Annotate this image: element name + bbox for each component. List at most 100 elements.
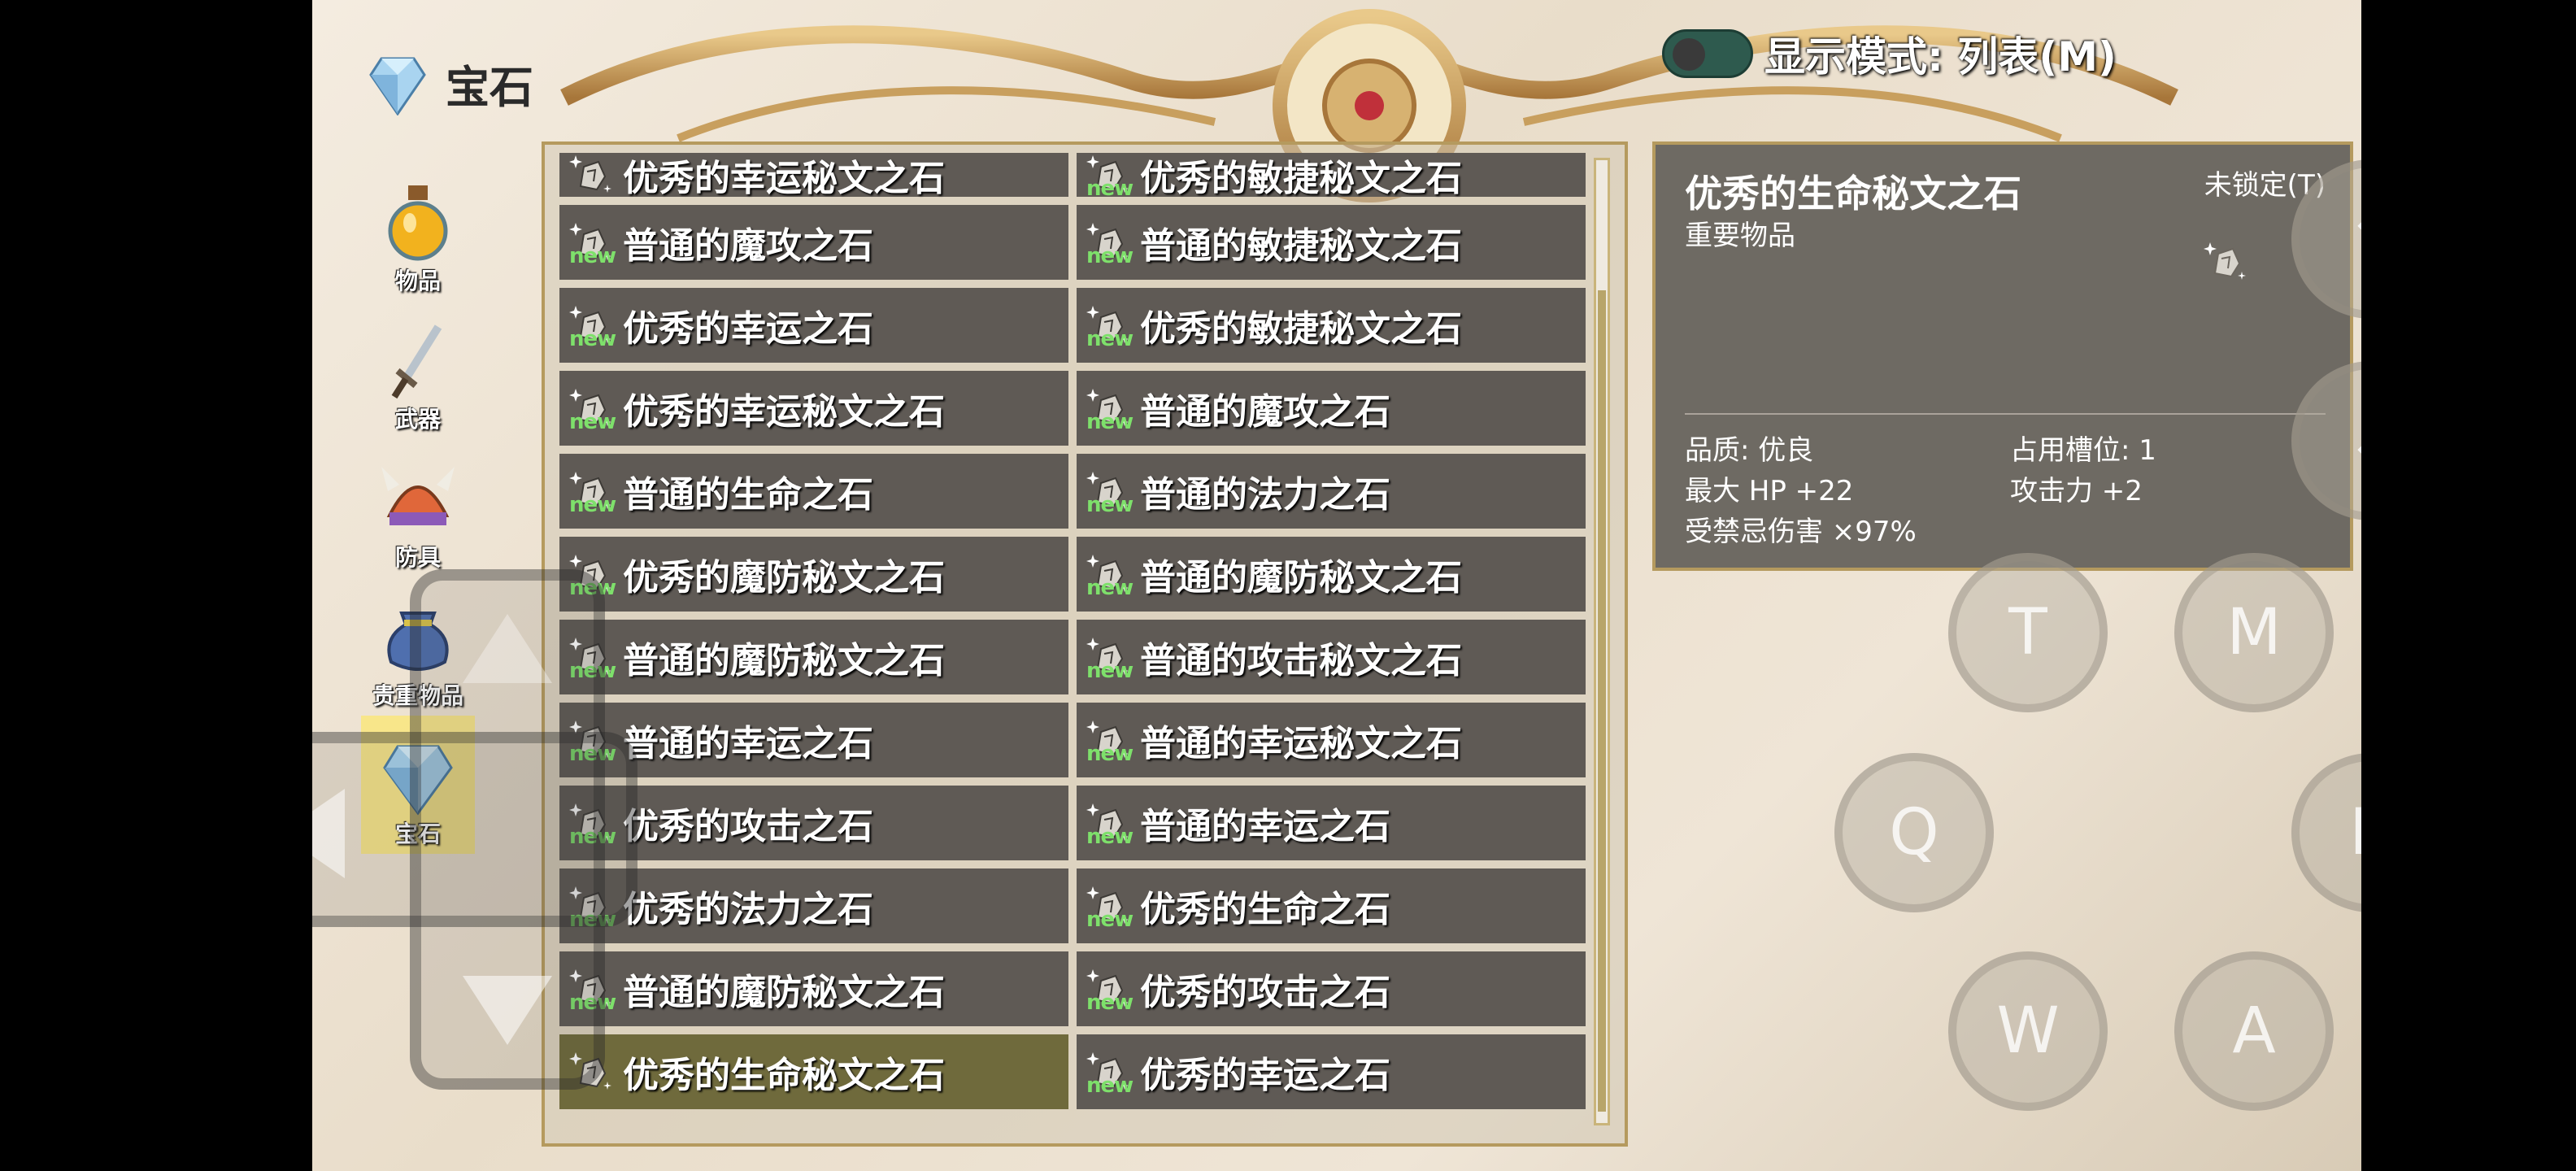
category-label: 物品 [394, 268, 441, 294]
dpad-up-arrow-icon[interactable] [455, 602, 560, 691]
item-slot[interactable]: new 普通的幸运之石 [1077, 786, 1586, 860]
item-slot[interactable]: new 优秀的幸运之石 [1077, 1034, 1586, 1109]
item-slot[interactable]: new 普通的法力之石 [1077, 454, 1586, 529]
item-slot[interactable]: new 普通的魔防秘文之石 [1077, 537, 1586, 612]
item-slot[interactable]: new 普通的生命之石 [559, 454, 1068, 529]
item-name: 优秀的生命之石 [1140, 889, 1390, 930]
item-name: 普通的幸运之石 [1140, 806, 1390, 847]
detail-divider [1685, 413, 2326, 415]
item-list-panel: 优秀的幸运秘文之石 new 优秀的敏捷秘文之石 new 普通的魔攻之石 new 普通的敏捷秘… [542, 141, 1628, 1147]
dpad-down-arrow-icon[interactable] [455, 968, 560, 1057]
item-slot[interactable]: 优秀的幸运秘文之石 [559, 153, 1068, 199]
stat-attack: 攻击力 +2 [2010, 475, 2143, 507]
down-arrow-icon: ↓ [2344, 404, 2361, 477]
item-slot[interactable]: new 普通的魔防秘文之石 [559, 620, 1068, 694]
rune-stone-icon: new [1086, 966, 1134, 1015]
item-name: 普通的魔防秘文之石 [1140, 557, 1462, 599]
item-slot[interactable]: new 普通的攻击秘文之石 [1077, 620, 1586, 694]
item-slot[interactable]: new 优秀的幸运之石 [559, 288, 1068, 363]
rune-stone-icon: new [1086, 152, 1134, 201]
new-badge: new [1086, 908, 1134, 932]
item-name: 普通的幸运秘文之石 [1140, 723, 1462, 764]
rune-stone-icon: new [1086, 303, 1134, 351]
detail-category: 重要物品 [1685, 220, 1795, 252]
item-detail-panel: 优秀的生命秘文之石 未锁定(T) 重要物品 品质: 优良 占用槽位: 1 最大 … [1652, 141, 2353, 571]
item-slot[interactable]: new 优秀的敏捷秘文之石 [1077, 288, 1586, 363]
item-slot[interactable]: new 优秀的攻击之石 [1077, 951, 1586, 1026]
category-weapons[interactable]: 武器 [361, 301, 475, 439]
item-slot[interactable]: new 普通的魔攻之石 [1077, 371, 1586, 446]
item-name: 普通的法力之石 [1140, 474, 1390, 516]
w-button-label: W [1996, 995, 2060, 1068]
new-badge: new [1086, 742, 1134, 766]
item-name: 普通的敏捷秘文之石 [1140, 225, 1462, 267]
sword-icon [391, 324, 442, 399]
category-items[interactable]: 物品 [361, 163, 475, 301]
item-name: 优秀的生命秘文之石 [623, 1055, 945, 1096]
item-name: 优秀的敏捷秘文之石 [1140, 158, 1462, 199]
item-name: 优秀的法力之石 [623, 889, 873, 930]
stat-slots: 占用槽位: 1 [2010, 434, 2156, 467]
page-title: 宝石 [446, 61, 533, 113]
item-name: 优秀的攻击之石 [1140, 972, 1390, 1013]
rune-stone-icon: new [1086, 800, 1134, 849]
item-name: 优秀的幸运秘文之石 [623, 391, 945, 433]
toggle-switch[interactable] [1662, 29, 1753, 78]
q-button[interactable]: Q [1834, 753, 1994, 912]
rune-stone-icon: new [569, 303, 616, 351]
rune-stone-icon: new [1086, 717, 1134, 766]
new-badge: new [569, 410, 616, 434]
rune-stone-icon: new [1086, 883, 1134, 932]
t-button[interactable]: T [1948, 553, 2108, 712]
t-button-label: T [2008, 596, 2047, 669]
m-button[interactable]: M [2174, 553, 2334, 712]
item-name: 普通的攻击秘文之石 [1140, 640, 1462, 681]
rune-stone-icon: new [569, 220, 616, 268]
item-slot[interactable]: new 普通的敏捷秘文之石 [1077, 205, 1586, 280]
item-name: 普通的魔防秘文之石 [623, 640, 945, 681]
b-button[interactable]: B [2291, 753, 2361, 912]
m-button-label: M [2226, 596, 2282, 669]
item-name: 优秀的攻击之石 [623, 806, 873, 847]
rune-stone-icon: new [1086, 551, 1134, 600]
display-mode-toggle[interactable]: 显示模式: 列表(M) [1662, 24, 2117, 83]
new-badge: new [1086, 659, 1134, 683]
new-badge: new [569, 327, 616, 351]
item-slot[interactable]: new 优秀的生命之石 [1077, 868, 1586, 943]
rune-stone-icon: new [1086, 634, 1134, 683]
rune-stone-icon: new [1086, 468, 1134, 517]
new-badge: new [1086, 825, 1134, 849]
item-name: 普通的魔攻之石 [1140, 391, 1390, 433]
item-list: 优秀的幸运秘文之石 new 优秀的敏捷秘文之石 new 普通的魔攻之石 new 普通的敏捷秘… [559, 152, 1586, 1109]
item-slot[interactable]: new 优秀的魔防秘文之石 [559, 537, 1068, 612]
item-name: 普通的幸运之石 [623, 723, 873, 764]
item-slot[interactable]: new 普通的幸运秘文之石 [1077, 703, 1586, 777]
dpad-left-arrow-icon[interactable] [312, 781, 361, 886]
new-badge: new [1086, 410, 1134, 434]
rune-stone-icon: new [1086, 220, 1134, 268]
w-button[interactable]: W [1948, 951, 2108, 1111]
scroll-thumb[interactable] [1598, 290, 1606, 1112]
new-badge: new [1086, 244, 1134, 268]
category-label: 防具 [394, 544, 441, 571]
game-screen: 宝石 显示模式: 列表(M) 物品 武器 防具 贵重物品 宝石 优秀的幸运秘文之… [312, 0, 2361, 1171]
new-badge: new [1086, 176, 1134, 201]
category-armor[interactable]: 防具 [361, 439, 475, 577]
stat-quality: 品质: 优良 [1685, 434, 1814, 467]
up-arrow-icon: ↑ [2344, 202, 2361, 276]
rune-stone-icon: new [569, 468, 616, 517]
a-button[interactable]: A [2174, 951, 2334, 1111]
new-badge: new [1086, 1073, 1134, 1098]
item-slot[interactable]: new 普通的魔防秘文之石 [559, 951, 1068, 1026]
scrollbar[interactable] [1594, 158, 1610, 1125]
a-button-label: A [2232, 995, 2276, 1068]
item-slot[interactable]: new 优秀的幸运秘文之石 [559, 371, 1068, 446]
item-slot[interactable]: 优秀的生命秘文之石 [559, 1034, 1068, 1109]
item-slot[interactable]: new 普通的魔攻之石 [559, 205, 1068, 280]
display-mode-label: 显示模式: 列表(M) [1764, 33, 2117, 81]
new-badge: new [1086, 493, 1134, 517]
rune-stone-icon: new [569, 385, 616, 434]
item-slot[interactable]: new 优秀的敏捷秘文之石 [1077, 152, 1586, 201]
detail-item-name: 优秀的生命秘文之石 [1685, 172, 2021, 215]
item-name: 优秀的幸运之石 [1140, 1055, 1390, 1096]
